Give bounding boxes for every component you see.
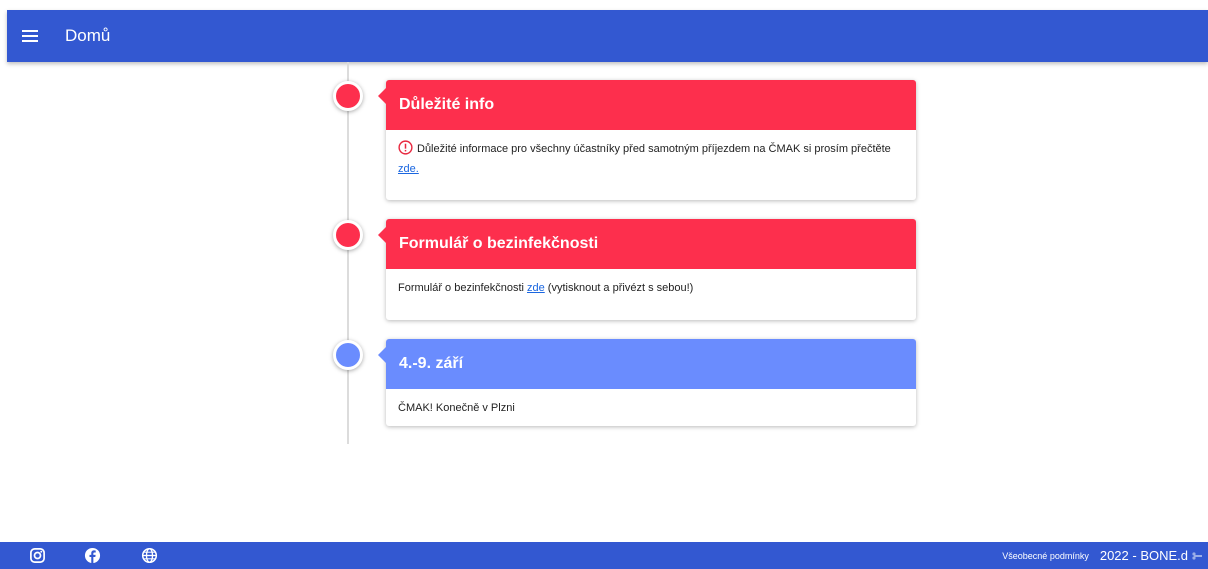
card-body: Důležité informace pro všechny účastníky… [386,130,916,189]
page-title: Domů [65,26,111,45]
timeline-dot [333,81,363,111]
form-link[interactable]: zde [527,282,545,294]
footer-right: Všeobecné podmínky 2022 - BONE.d [1002,542,1202,569]
facebook-icon[interactable] [84,547,101,564]
card-pointer [378,88,386,104]
timeline-line [347,62,349,444]
alert-circle-icon [398,140,413,155]
card-title: Formulář o bezinfekčnosti [399,235,599,252]
card-text: Důležité informace pro všechny účastníky… [417,143,891,155]
card-header: 4.-9. září [378,339,916,389]
timeline-dot [333,340,363,370]
card-text: ČMAK! Konečně v Plzni [398,402,515,414]
timeline-card: 4.-9. září ČMAK! Konečně v Plzni [378,339,916,428]
menu-button[interactable] [7,10,53,62]
timeline-card: Formulář o bezinfekčnosti Formulář o bez… [378,219,916,320]
card-body: ČMAK! Konečně v Plzni [386,389,916,428]
bone-icon [1192,551,1202,560]
instagram-icon[interactable] [29,547,46,564]
card-pointer [378,227,386,243]
page: Domů Důležité info Důležité informace pr… [0,0,1208,569]
card-title: Důležité info [399,96,495,113]
app-bar: Domů [7,10,1208,62]
card-text-suffix: (vytisknout a přivézt s sebou!) [544,282,694,294]
terms-link[interactable]: Všeobecné podmínky [1002,551,1089,561]
card-title: 4.-9. září [399,355,464,372]
card-pointer [378,347,386,363]
timeline-card: Důležité info Důležité informace pro vše… [378,80,916,200]
info-link[interactable]: zde. [398,163,419,175]
timeline-dot [333,220,363,250]
footer: Všeobecné podmínky 2022 - BONE.d [0,542,1208,569]
copyright-text: 2022 - BONE.d [1099,548,1188,563]
card-header: Formulář o bezinfekčnosti [378,219,916,269]
card-header: Důležité info [378,80,916,130]
globe-icon[interactable] [141,547,158,564]
card-text: Formulář o bezinfekčnosti [398,282,527,294]
hamburger-menu-icon [22,30,38,42]
card-body: Formulář o bezinfekčnosti zde (vytisknou… [386,269,916,308]
